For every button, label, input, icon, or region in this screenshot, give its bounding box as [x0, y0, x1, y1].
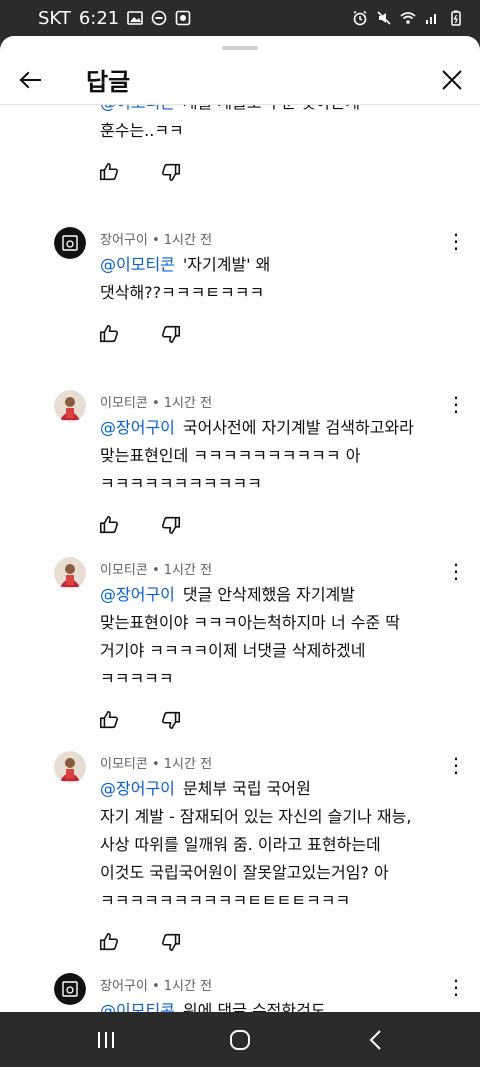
avatar[interactable] [54, 973, 86, 1005]
comment-text: @장어구이 댓글 안삭제했음 자기계발 맞는표현이야 ㅋㅋㅋ아는척하지마 너 수준… [100, 581, 470, 693]
mention-link[interactable]: @장어구이 [100, 418, 175, 437]
dnd-icon [151, 10, 167, 26]
meta-separator: • [147, 979, 164, 994]
mention-link[interactable]: @이모티콘 [100, 1001, 175, 1012]
comment-time: 1시간 전 [163, 396, 213, 411]
comment-actions [98, 709, 182, 731]
comment-actions [98, 161, 182, 183]
comment-meta: 장어구이 • 1시간 전 [100, 975, 212, 994]
alarm-icon [353, 10, 367, 26]
comment-text: @이모티콘개를 계몰도 수준 맞아는게 훈수는..ㅋㅋ [100, 105, 470, 145]
comment-meta: 장어구이 • 1시간 전 [100, 229, 212, 248]
media-icon [175, 10, 191, 26]
mention-link[interactable]: @이모티콘 [100, 255, 175, 274]
comment-meta: 이모티콘 • 1시간 전 [100, 392, 212, 411]
mute-icon [377, 11, 391, 25]
mention-link[interactable]: @장어구이 [100, 585, 175, 604]
recent-apps-icon[interactable] [90, 1024, 122, 1056]
comment-author[interactable]: 장어구이 [100, 979, 148, 994]
comment-time: 1시간 전 [163, 757, 213, 772]
page-title: 답글 [86, 68, 131, 96]
comment-author[interactable]: 이모티콘 [100, 757, 148, 772]
comment-actions [98, 514, 182, 536]
comment-text: @장어구이 국어사전에 자기계발 검색하고와라 맞는표현인데 ㅋㅋㅋㅋㅋㅋㅋㅋㅋㅋ… [100, 414, 470, 498]
dislike-icon[interactable] [160, 931, 182, 953]
status-bar: SKT 6:21 [0, 0, 480, 36]
dislike-icon[interactable] [160, 323, 182, 345]
comment-time: 1시간 전 [163, 233, 213, 248]
close-icon[interactable] [436, 64, 468, 96]
image-icon [127, 11, 144, 25]
like-icon[interactable] [98, 931, 120, 953]
avatar[interactable] [54, 227, 86, 259]
meta-separator: • [147, 563, 164, 578]
comment-time: 1시간 전 [163, 979, 213, 994]
like-icon[interactable] [98, 323, 120, 345]
home-icon[interactable] [224, 1024, 256, 1056]
back-icon[interactable] [360, 1024, 392, 1056]
comment-author[interactable]: 장어구이 [100, 233, 148, 248]
comment-author[interactable]: 이모티콘 [100, 563, 148, 578]
system-nav-bar [0, 1012, 480, 1067]
comment-text: @장어구이 문체부 국립 국어원 자기 계발 - 잠재되어 있는 자신의 슬기나 … [100, 775, 470, 915]
dislike-icon[interactable] [160, 161, 182, 183]
comment-text: @이모티콘 '자기계발' 왜 댓삭해??ㅋㅋㅋㅌㅋㅋㅋ [100, 251, 470, 307]
comment-time: 1시간 전 [163, 563, 213, 578]
back-arrow-icon[interactable] [14, 64, 46, 96]
like-icon[interactable] [98, 514, 120, 536]
wifi-icon [400, 12, 416, 24]
meta-separator: • [147, 396, 164, 411]
avatar[interactable] [54, 557, 86, 589]
comment-meta: 이모티콘 • 1시간 전 [100, 753, 212, 772]
comment-text: @이모티콘위에 댓글 수정한것도 존나웃기네ㅋㅋㅋㅋㅋㅋㅋㅋ [100, 997, 470, 1012]
signal-icon [426, 14, 436, 24]
like-icon[interactable] [98, 709, 120, 731]
mention-link[interactable]: @장어구이 [100, 779, 175, 798]
dislike-icon[interactable] [160, 514, 182, 536]
comment-body: 문체부 국립 국어원 자기 계발 - 잠재되어 있는 자신의 슬기나 재능, 사… [100, 779, 412, 910]
comment-author[interactable]: 이모티콘 [100, 396, 148, 411]
avatar[interactable] [54, 751, 86, 783]
meta-separator: • [147, 233, 164, 248]
comment-meta: 이모티콘 • 1시간 전 [100, 559, 212, 578]
comment-actions [98, 931, 182, 953]
meta-separator: • [147, 757, 164, 772]
like-icon[interactable] [98, 161, 120, 183]
comment-actions [98, 323, 182, 345]
battery-icon [451, 10, 461, 26]
sheet-header: 답글 [0, 56, 480, 104]
replies-list[interactable]: @이모티콘개를 계몰도 수준 맞아는게 훈수는..ㅋㅋ장어구이 • 1시간 전⋮… [0, 105, 480, 1012]
carrier-label: SKT [38, 7, 71, 29]
mention-link[interactable]: @이모티콘 [100, 105, 175, 112]
drag-handle[interactable] [222, 46, 258, 50]
dislike-icon[interactable] [160, 709, 182, 731]
replies-sheet: 답글 @이모티콘개를 계몰도 수준 맞아는게 훈수는..ㅋㅋ 장어구이 • 1시간… [0, 36, 480, 1012]
avatar[interactable] [54, 390, 86, 422]
clock: 6:21 [78, 7, 120, 29]
